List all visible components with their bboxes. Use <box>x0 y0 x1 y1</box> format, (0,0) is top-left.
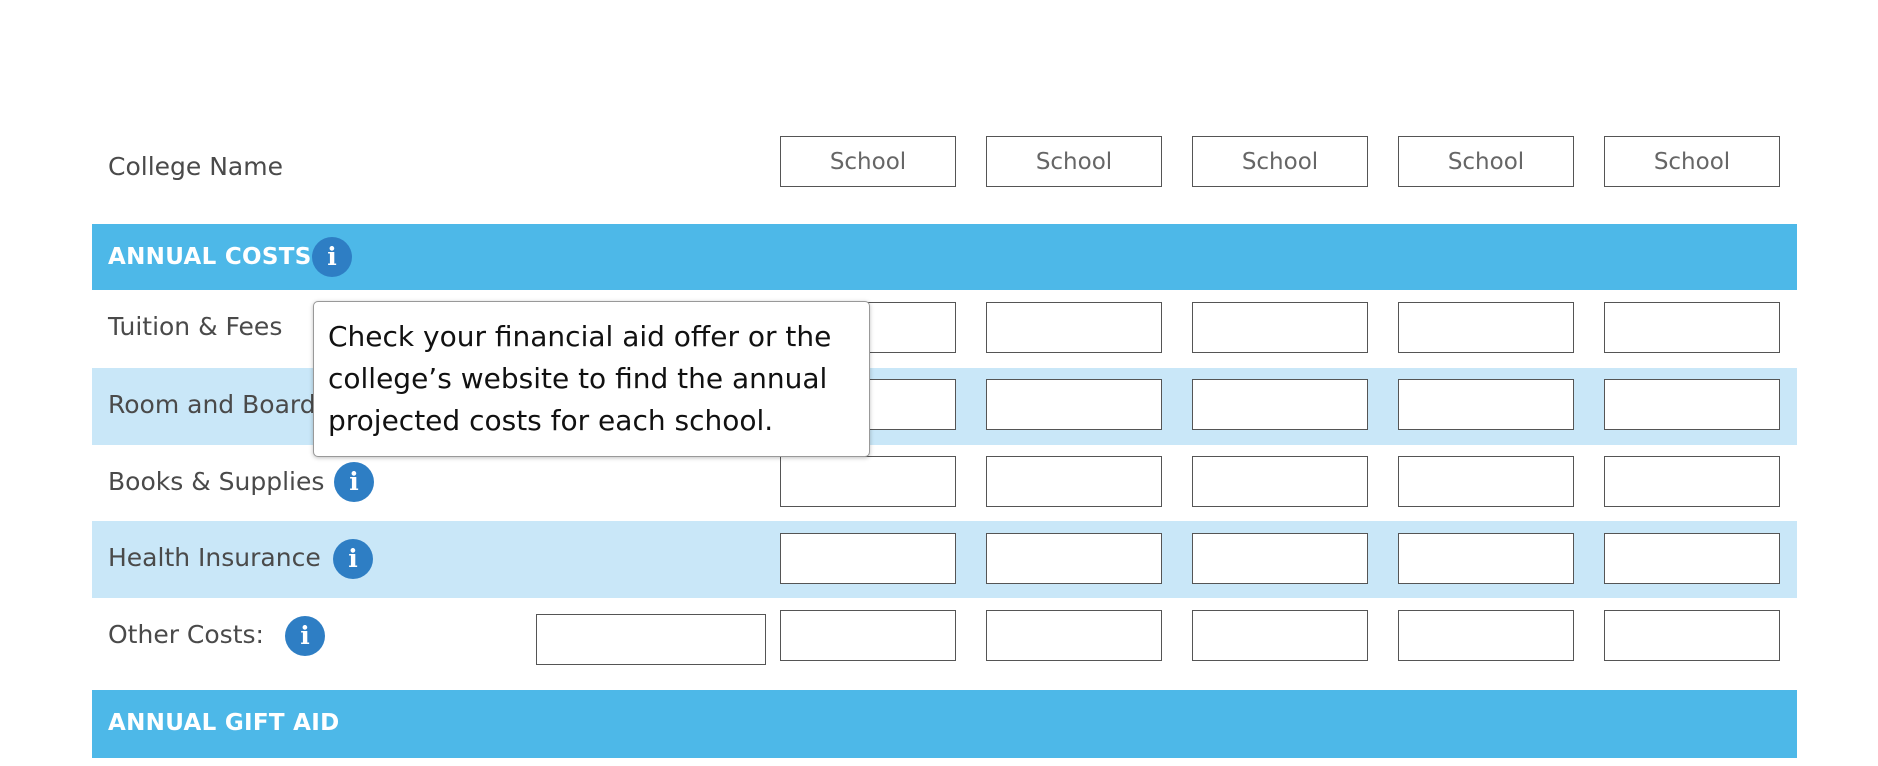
books-supplies-input-5[interactable] <box>1604 456 1780 507</box>
annual-gift-aid-header: ANNUAL GIFT AID <box>92 690 1797 758</box>
room-board-input-4[interactable] <box>1398 379 1574 430</box>
annual-costs-info-icon[interactable]: i <box>312 237 352 277</box>
school-name-input-1[interactable] <box>780 136 956 187</box>
health-insurance-input-5[interactable] <box>1604 533 1780 584</box>
annual-costs-tooltip: Check your financial aid offer or the co… <box>313 301 870 457</box>
books-supplies-input-2[interactable] <box>986 456 1162 507</box>
school-name-input-2[interactable] <box>986 136 1162 187</box>
other-costs-input-2[interactable] <box>986 610 1162 661</box>
tuition-fees-input-4[interactable] <box>1398 302 1574 353</box>
books-supplies-input-4[interactable] <box>1398 456 1574 507</box>
health-insurance-input-4[interactable] <box>1398 533 1574 584</box>
other-costs-info-icon[interactable]: i <box>285 616 325 656</box>
health-insurance-input-3[interactable] <box>1192 533 1368 584</box>
room-board-input-3[interactable] <box>1192 379 1368 430</box>
books-supplies-label: Books & Supplies <box>108 467 325 496</box>
books-supplies-input-3[interactable] <box>1192 456 1368 507</box>
health-insurance-label: Health Insurance <box>108 543 321 572</box>
room-board-label: Room and Board <box>108 390 316 419</box>
books-supplies-input-1[interactable] <box>780 456 956 507</box>
annual-costs-title: ANNUAL COSTS <box>108 244 312 270</box>
other-costs-input-4[interactable] <box>1398 610 1574 661</box>
books-supplies-info-icon[interactable]: i <box>334 462 374 502</box>
school-name-input-4[interactable] <box>1398 136 1574 187</box>
other-costs-description-input[interactable] <box>536 614 766 665</box>
other-costs-input-1[interactable] <box>780 610 956 661</box>
health-insurance-input-1[interactable] <box>780 533 956 584</box>
tuition-fees-input-3[interactable] <box>1192 302 1368 353</box>
other-costs-label: Other Costs: <box>108 620 264 649</box>
tuition-fees-input-5[interactable] <box>1604 302 1780 353</box>
annual-costs-header: ANNUAL COSTS i <box>92 224 1797 290</box>
room-board-input-5[interactable] <box>1604 379 1780 430</box>
school-name-input-5[interactable] <box>1604 136 1780 187</box>
annual-gift-aid-title: ANNUAL GIFT AID <box>108 710 340 736</box>
other-costs-input-3[interactable] <box>1192 610 1368 661</box>
health-insurance-info-icon[interactable]: i <box>333 539 373 579</box>
tuition-fees-input-2[interactable] <box>986 302 1162 353</box>
room-board-input-2[interactable] <box>986 379 1162 430</box>
tuition-fees-label: Tuition & Fees <box>108 312 283 341</box>
other-costs-input-5[interactable] <box>1604 610 1780 661</box>
school-name-input-3[interactable] <box>1192 136 1368 187</box>
college-name-label: College Name <box>108 152 283 181</box>
health-insurance-input-2[interactable] <box>986 533 1162 584</box>
